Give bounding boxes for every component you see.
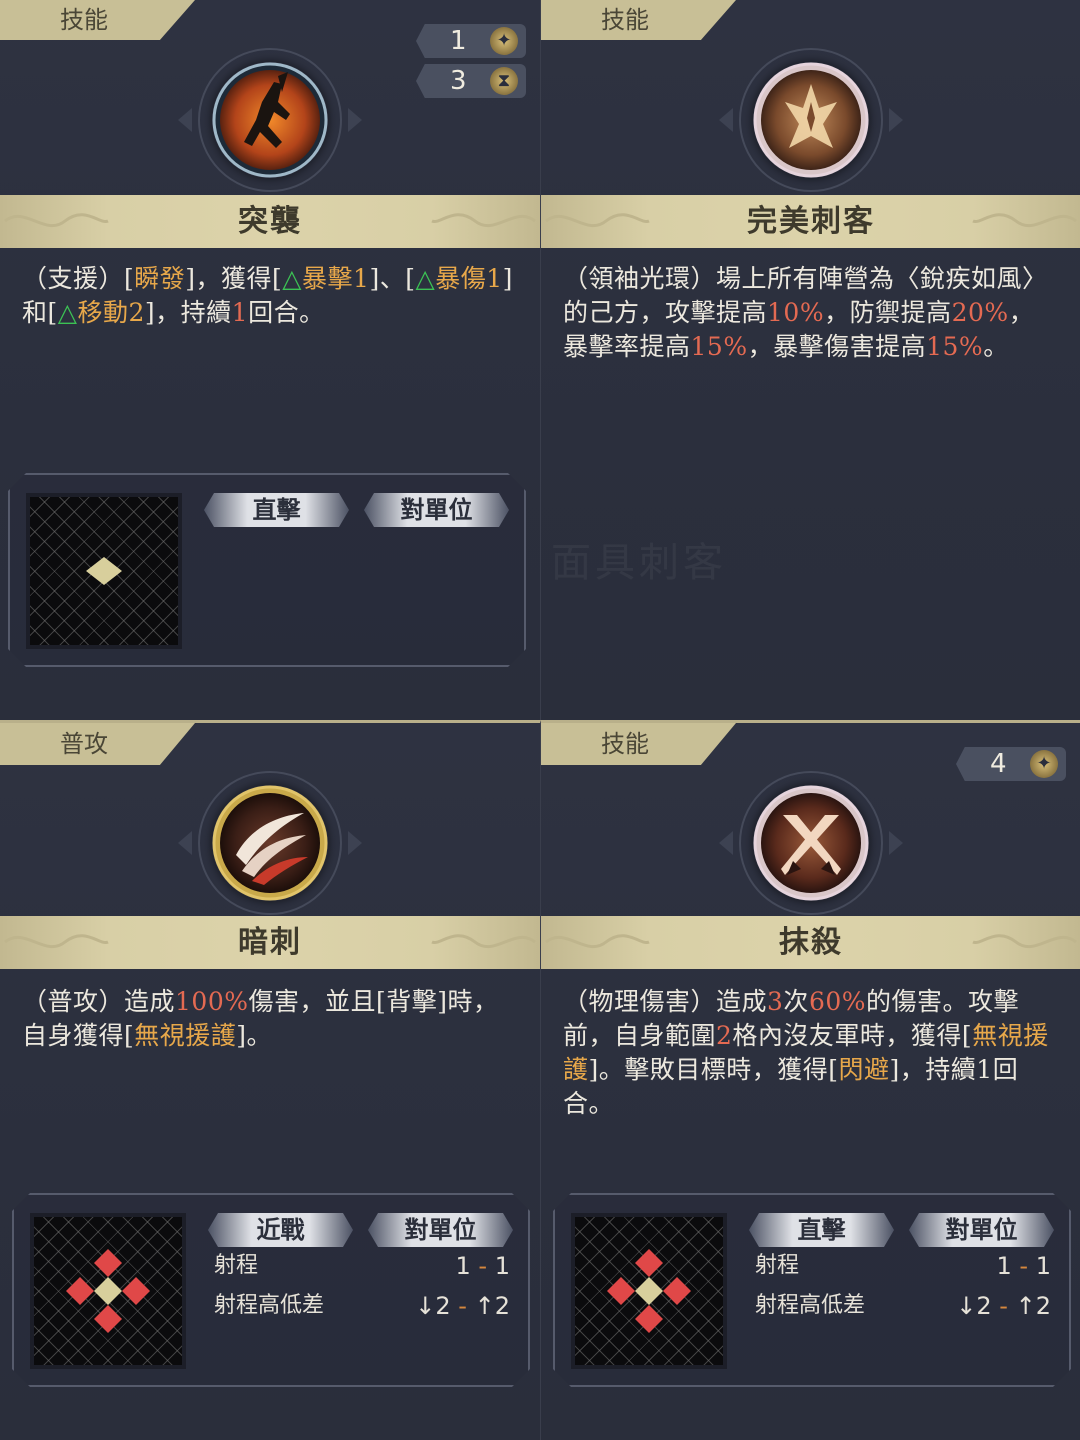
skill-description: （普攻）造成100%傷害，並且[背擊]時，自身獲得[無視援護]。 — [22, 987, 499, 1050]
skill-description: （物理傷害）造成3次60%的傷害。攻擊前，自身範圍2格內沒友軍時，獲得[無視援護… — [563, 987, 1049, 1118]
attack-range-icon — [34, 1217, 182, 1365]
stat-label: 射程高低差 — [214, 1293, 325, 1318]
stat-label: 射程 — [755, 1253, 800, 1278]
buff-triangle-icon: △ — [415, 264, 436, 293]
character-watermark: 面具刺客 — [551, 540, 727, 586]
category-tag: 技能 — [541, 723, 736, 765]
attack-range-icon — [575, 1217, 723, 1365]
height-diff-stat: 射程高低差 ↓2 - ↑2 — [214, 1291, 510, 1321]
skill-name: 完美刺客 — [747, 204, 875, 239]
cooldown-counter: 3 ⧗ — [416, 64, 526, 98]
category-tag: 技能 — [0, 0, 195, 40]
self-tile-icon — [30, 497, 178, 645]
range-grid-map — [30, 1213, 186, 1369]
skill-card-raid[interactable]: 技能 1 ✦ 3 ⧗ 突襲 （支援）[瞬發]，獲得[△暴擊1]、[△暴傷1]和[… — [0, 0, 540, 720]
range-stat: 射程 1 - 1 — [214, 1251, 510, 1281]
range-stat: 射程 1 - 1 — [755, 1251, 1051, 1281]
skill-icon-frame — [178, 763, 362, 923]
skill-icon-frame — [718, 40, 903, 200]
skill-name-banner: 突襲 — [0, 195, 540, 248]
skill-name-banner: 完美刺客 — [541, 195, 1080, 248]
attack-type-chip: 近戰 — [208, 1213, 353, 1247]
stat-value: ↓2 - ↑2 — [956, 1292, 1051, 1320]
cost-counter: 4 ✦ — [956, 747, 1066, 781]
cooldown-value: 3 — [450, 66, 467, 96]
skill-name: 突襲 — [238, 204, 302, 239]
range-panel: 直擊 對單位 射程 1 - 1 射程高低差 ↓2 - ↑2 — [553, 1193, 1071, 1387]
range-grid-map — [26, 493, 182, 649]
skill-card-dark-stab[interactable]: 普攻 暗刺 （普攻）造成100%傷害，並且[背擊]時，自身獲得[無視援護]。 近… — [0, 720, 540, 1440]
target-type-chip: 對單位 — [909, 1213, 1054, 1247]
stat-value: 1 - 1 — [996, 1252, 1051, 1280]
attack-type-chip: 直擊 — [749, 1213, 894, 1247]
perfect-assassin-skill-icon[interactable] — [753, 62, 869, 178]
cost-counter: 1 ✦ — [416, 24, 526, 58]
skill-card-obliterate[interactable]: 技能 4 ✦ 抹殺 （物理傷害）造成3次60%的傷害。攻擊前，自身範圍2格內沒友… — [540, 720, 1080, 1440]
height-diff-stat: 射程高低差 ↓2 - ↑2 — [755, 1291, 1051, 1321]
category-tag: 技能 — [541, 0, 736, 40]
range-grid-map — [571, 1213, 727, 1369]
raid-skill-icon[interactable] — [212, 62, 328, 178]
stat-label: 射程 — [214, 1253, 259, 1278]
stat-value: 1 - 1 — [455, 1252, 510, 1280]
skill-grid: 技能 1 ✦ 3 ⧗ 突襲 （支援）[瞬發]，獲得[△暴擊1]、[△暴傷1]和[… — [0, 0, 1080, 1440]
skill-description: （支援）[瞬發]，獲得[△暴擊1]、[△暴傷1]和[△移動2]，持續1回合。 — [22, 264, 513, 327]
cost-value: 4 — [990, 749, 1007, 779]
skill-description: （領袖光環）場上所有陣營為〈銳疾如風〉的己方，攻擊提高10%，防禦提高20%，暴… — [563, 264, 1048, 361]
stat-value: ↓2 - ↑2 — [415, 1292, 510, 1320]
hourglass-icon: ⧗ — [490, 67, 518, 95]
skill-name: 暗刺 — [238, 925, 302, 960]
star-icon: ✦ — [1030, 750, 1058, 778]
skill-icon-frame — [178, 40, 362, 200]
cost-value: 1 — [450, 26, 467, 56]
buff-triangle-icon: △ — [282, 264, 303, 293]
obliterate-skill-icon[interactable] — [753, 785, 869, 901]
target-type-chip: 對單位 — [368, 1213, 513, 1247]
category-tag: 普攻 — [0, 723, 195, 765]
stat-label: 射程高低差 — [755, 1293, 866, 1318]
buff-triangle-icon: △ — [57, 298, 78, 327]
target-type-chip: 對單位 — [364, 493, 509, 527]
range-panel: 近戰 對單位 射程 1 - 1 射程高低差 ↓2 - ↑2 — [12, 1193, 530, 1387]
dark-stab-skill-icon[interactable] — [212, 785, 328, 901]
skill-name-banner: 暗刺 — [0, 916, 540, 969]
skill-icon-frame — [718, 763, 903, 923]
skill-name-banner: 抹殺 — [541, 916, 1080, 969]
skill-name: 抹殺 — [779, 925, 843, 960]
star-icon: ✦ — [490, 27, 518, 55]
skill-card-perfect-assassin[interactable]: 技能 完美刺客 （領袖光環）場上所有陣營為〈銳疾如風〉的己方，攻擊提高10%，防… — [540, 0, 1080, 720]
attack-type-chip: 直擊 — [204, 493, 349, 527]
range-panel: 直擊 對單位 — [8, 473, 526, 667]
